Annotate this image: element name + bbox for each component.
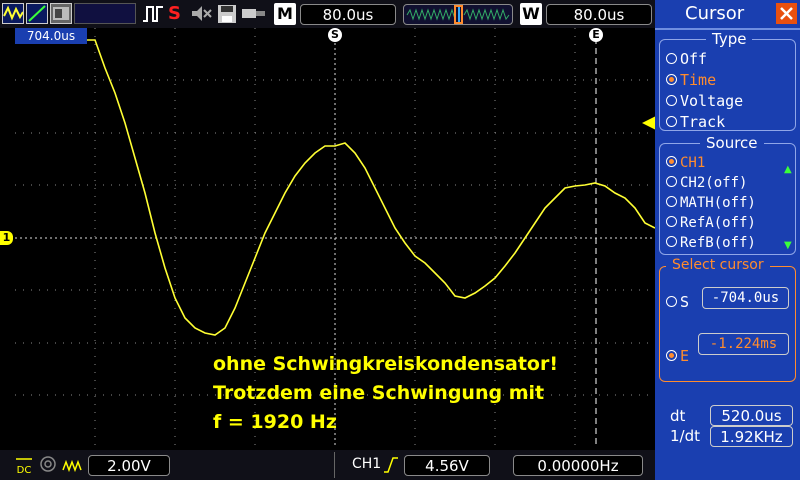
radio-icon	[666, 95, 677, 106]
radio-icon	[666, 236, 677, 247]
source-option-refb[interactable]: RefB(off)	[666, 235, 756, 251]
trigger-level[interactable]: 4.56V	[404, 455, 490, 476]
save-disk-icon[interactable]	[217, 3, 237, 24]
dt-value: 520.0us	[710, 405, 793, 426]
source-option-refa[interactable]: RefA(off)	[666, 215, 756, 231]
memory-position-bar[interactable]	[403, 4, 513, 25]
type-group: Type Off Time Voltage Track	[659, 30, 796, 131]
panel-header: Cursor	[655, 0, 800, 30]
radio-icon	[666, 53, 677, 64]
panel-title: Cursor	[685, 3, 745, 24]
radio-selected-icon	[666, 74, 677, 85]
bandwidth-icon[interactable]	[39, 455, 57, 473]
speaker-mute-icon[interactable]	[190, 3, 214, 24]
dc-coupling-icon[interactable]: DC	[14, 456, 34, 476]
cursor-e-value[interactable]: -1.224ms	[698, 333, 789, 355]
inv-dt-label: 1/dt	[670, 427, 700, 445]
ch1-ground-marker[interactable]: 1	[0, 231, 13, 245]
radio-icon	[666, 116, 677, 127]
cursor-menu-panel: Cursor Type Off Time Voltage Track Sourc…	[655, 0, 800, 480]
radio-icon	[666, 196, 677, 207]
probe-icon[interactable]	[62, 456, 84, 474]
radio-icon	[666, 216, 677, 227]
window-value[interactable]: 80.0us	[546, 4, 652, 25]
trigger-level-arrow	[642, 116, 656, 130]
top-toolbar: S M 80.0us W 80.0us	[0, 0, 655, 28]
waveform-icon[interactable]	[2, 3, 24, 24]
radio-icon	[666, 176, 677, 187]
annotation-line-3: f = 1920 Hz	[213, 411, 337, 433]
source-legend: Source	[700, 134, 764, 152]
type-option-time[interactable]: Time	[666, 71, 716, 89]
radio-icon	[666, 296, 677, 307]
source-option-math[interactable]: MATH(off)	[666, 195, 756, 211]
usb-icon[interactable]	[240, 3, 268, 24]
cursor-s-option[interactable]: S	[666, 293, 689, 311]
trigger-source[interactable]: CH1	[352, 456, 381, 472]
annotation-line-2: Trotzdem eine Schwingung mit	[213, 382, 545, 404]
timebase-value[interactable]: 80.0us	[300, 4, 396, 25]
scroll-down-icon[interactable]: ▼	[784, 240, 792, 251]
bottom-divider	[334, 452, 335, 478]
volts-per-div[interactable]: 2.00V	[88, 455, 170, 476]
timebase-label: M	[274, 3, 296, 25]
status-blank-box	[74, 3, 136, 24]
line-vectors-icon[interactable]	[26, 3, 48, 24]
source-group: Source CH1 CH2(off) MATH(off) RefA(off) …	[659, 134, 796, 255]
type-legend: Type	[706, 30, 753, 48]
window-label: W	[520, 3, 542, 25]
annotation-line-1: ohne Schwingkreiskondensator!	[213, 353, 559, 375]
select-cursor-legend: Select cursor	[666, 257, 770, 273]
cursor-s-value[interactable]: -704.0us	[702, 287, 789, 309]
rising-edge-icon	[383, 455, 399, 475]
inv-dt-value: 1.92KHz	[710, 426, 793, 447]
close-icon[interactable]	[776, 3, 797, 24]
trigger-pulse-icon[interactable]	[142, 3, 164, 24]
radio-selected-icon	[666, 350, 677, 361]
select-cursor-group: Select cursor S -704.0us E -1.224ms	[659, 257, 796, 382]
dt-label: dt	[670, 407, 686, 425]
cursor-e-marker[interactable]: E	[589, 28, 603, 42]
stop-s-icon[interactable]: S	[168, 3, 186, 24]
frequency-counter: 0.00000Hz	[513, 455, 643, 476]
type-option-off[interactable]: Off	[666, 50, 707, 68]
type-option-voltage[interactable]: Voltage	[666, 92, 743, 110]
bottom-status-bar: DC 2.00V CH1 4.56V 0.00000Hz	[0, 450, 655, 480]
source-option-ch1[interactable]: CH1	[666, 155, 705, 171]
cursor-s-marker[interactable]: S	[328, 28, 342, 42]
cursor-e-option[interactable]: E	[666, 347, 689, 365]
scroll-up-icon[interactable]: ▲	[784, 164, 792, 175]
source-option-ch2[interactable]: CH2(off)	[666, 175, 747, 191]
s-time-tag: 704.0us	[15, 28, 87, 44]
type-option-track[interactable]: Track	[666, 113, 725, 131]
radio-selected-icon	[666, 156, 677, 167]
display-gray-icon[interactable]	[50, 3, 72, 24]
